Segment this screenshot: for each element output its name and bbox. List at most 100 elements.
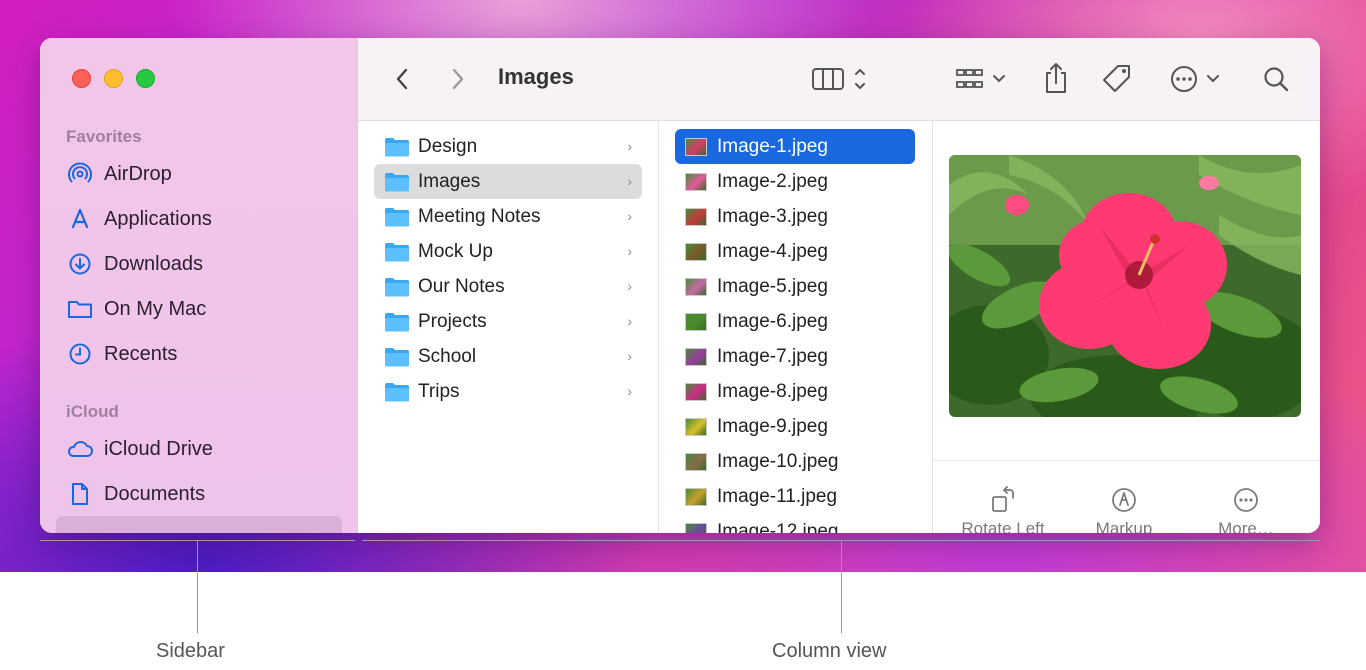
folder-label: Projects xyxy=(418,310,487,332)
file-label: Image-1.jpeg xyxy=(717,135,828,157)
sidebar: Favorites AirDrop Applications Downloads xyxy=(40,38,358,533)
image-thumbnail-icon xyxy=(685,277,707,296)
file-label: Image-11.jpeg xyxy=(717,485,838,507)
more-label: More… xyxy=(1218,519,1274,533)
sidebar-callout-label: Sidebar xyxy=(156,640,225,662)
ellipsis-icon xyxy=(1171,66,1219,92)
folder-label: School xyxy=(418,345,477,367)
file-row[interactable]: Image-1.jpeg xyxy=(675,129,915,164)
image-thumbnail-icon xyxy=(685,347,707,366)
sidebar-item-recents[interactable]: Recents xyxy=(66,337,346,371)
file-row[interactable]: Image-7.jpeg xyxy=(675,339,915,374)
screenshot-stage: Favorites AirDrop Applications Downloads xyxy=(0,0,1366,670)
rotate-left-label: Rotate Left xyxy=(961,519,1045,533)
favorites-heading: Favorites xyxy=(66,127,142,146)
rotate-left-button[interactable]: Rotate Left xyxy=(943,485,1063,533)
file-label: Image-3.jpeg xyxy=(717,205,828,227)
column-view-callout-line xyxy=(841,541,842,633)
document-icon xyxy=(66,480,94,508)
folder-label: Trips xyxy=(418,380,460,402)
folder-column: Design › Images › Meeting Notes › Mock Up › Our … xyxy=(358,121,659,533)
folder-row[interactable]: Mock Up › xyxy=(374,234,642,269)
image-thumbnail-icon xyxy=(685,487,707,506)
share-button[interactable] xyxy=(1040,60,1072,96)
folder-label: Mock Up xyxy=(418,240,493,262)
image-thumbnail-icon xyxy=(685,452,707,471)
forward-button[interactable] xyxy=(444,64,472,94)
view-mode-button[interactable] xyxy=(808,64,872,94)
sidebar-item-applications[interactable]: Applications xyxy=(66,202,346,236)
more-button[interactable]: More… xyxy=(1186,485,1306,533)
chevron-right-icon: › xyxy=(627,313,632,329)
group-icon xyxy=(956,69,1005,88)
image-thumbnail-icon xyxy=(685,312,707,331)
file-row[interactable]: Image-5.jpeg xyxy=(675,269,915,304)
more-actions-button[interactable] xyxy=(1166,64,1230,94)
file-row[interactable]: Image-10.jpeg xyxy=(675,444,915,479)
folder-label: Meeting Notes xyxy=(418,205,541,227)
file-row[interactable]: Image-4.jpeg xyxy=(675,234,915,269)
chevron-right-icon: › xyxy=(627,243,632,259)
file-row[interactable]: Image-12.jpeg xyxy=(675,514,915,533)
file-row[interactable]: Image-9.jpeg xyxy=(675,409,915,444)
sidebar-item-documents[interactable]: Documents xyxy=(66,477,346,511)
chevron-right-icon: › xyxy=(627,348,632,364)
file-row[interactable]: Image-11.jpeg xyxy=(675,479,915,514)
chevron-right-icon: › xyxy=(627,383,632,399)
image-thumbnail-icon xyxy=(685,207,707,226)
image-thumbnail-icon xyxy=(685,172,707,191)
file-row[interactable]: Image-8.jpeg xyxy=(675,374,915,409)
folder-row[interactable]: School › xyxy=(374,339,642,374)
cloud-icon xyxy=(66,435,94,463)
airdrop-icon xyxy=(66,160,94,188)
toolbar: Images xyxy=(358,38,1320,121)
file-label: Image-10.jpeg xyxy=(717,450,839,472)
folder-row[interactable]: Projects › xyxy=(374,304,642,339)
clock-icon xyxy=(66,340,94,368)
applications-icon xyxy=(66,205,94,233)
folder-label: Design xyxy=(418,135,478,157)
sidebar-item-icloud-drive[interactable]: iCloud Drive xyxy=(66,432,346,466)
sidebar-item-on-my-mac[interactable]: On My Mac xyxy=(66,292,346,326)
zoom-window-button[interactable] xyxy=(136,69,155,88)
sidebar-item-label: AirDrop xyxy=(104,162,172,185)
sidebar-item-label: Applications xyxy=(104,207,212,230)
sidebar-item-airdrop[interactable]: AirDrop xyxy=(66,157,346,191)
folder-row[interactable]: Design › xyxy=(374,129,642,164)
folder-row[interactable]: Images › xyxy=(374,164,642,199)
sidebar-item-label: Documents xyxy=(104,482,206,505)
search-button[interactable] xyxy=(1260,64,1292,94)
share-icon xyxy=(1046,63,1066,93)
sidebar-item-downloads[interactable]: Downloads xyxy=(66,247,346,281)
sidebar-item-desktop-partial[interactable] xyxy=(56,516,342,533)
chevron-right-icon: › xyxy=(627,138,632,154)
preview-image xyxy=(949,155,1301,417)
folder-label: Images xyxy=(418,170,481,192)
folder-icon xyxy=(384,347,410,367)
close-window-button[interactable] xyxy=(72,69,91,88)
minimize-window-button[interactable] xyxy=(104,69,123,88)
more-icon xyxy=(1186,485,1306,515)
column-view-icon xyxy=(812,68,865,90)
rotate-left-icon xyxy=(943,485,1063,515)
image-thumbnail-icon xyxy=(685,137,707,156)
folder-row[interactable]: Trips › xyxy=(374,374,642,409)
markup-button[interactable]: Markup xyxy=(1064,485,1184,533)
chevron-right-icon: › xyxy=(627,173,632,189)
folder-row[interactable]: Meeting Notes › xyxy=(374,199,642,234)
folder-label: Our Notes xyxy=(418,275,505,297)
tag-icon xyxy=(1103,65,1130,92)
group-button[interactable] xyxy=(952,64,1016,94)
forward-icon xyxy=(452,68,464,90)
folder-icon xyxy=(66,295,94,323)
image-thumbnail-icon xyxy=(685,382,707,401)
sidebar-item-label: Downloads xyxy=(104,252,203,275)
tag-button[interactable] xyxy=(1100,62,1134,96)
file-row[interactable]: Image-3.jpeg xyxy=(675,199,915,234)
preview-pane: Rotate Left Markup More… xyxy=(933,121,1320,533)
back-button[interactable] xyxy=(388,64,416,94)
folder-row[interactable]: Our Notes › xyxy=(374,269,642,304)
file-row[interactable]: Image-2.jpeg xyxy=(675,164,915,199)
sidebar-item-label: Recents xyxy=(104,342,178,365)
file-row[interactable]: Image-6.jpeg xyxy=(675,304,915,339)
